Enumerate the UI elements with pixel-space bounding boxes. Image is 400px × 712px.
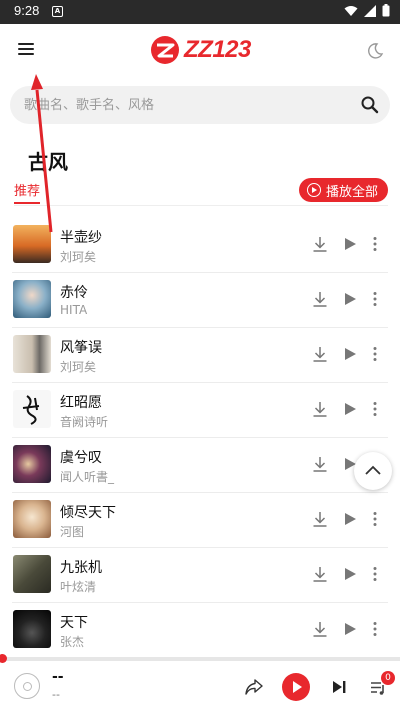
list-item[interactable]: 倾尽天下 河图	[0, 493, 400, 548]
download-icon[interactable]	[311, 510, 329, 528]
wifi-icon	[344, 5, 358, 16]
tab-indicator	[14, 202, 40, 204]
top-bar: ZZ123	[0, 24, 400, 78]
album-cover	[13, 225, 51, 263]
now-playing-title: --	[52, 669, 64, 685]
share-icon[interactable]	[244, 677, 264, 697]
list-item[interactable]: 赤伶 HITA	[0, 273, 400, 328]
now-playing-artist: --	[52, 688, 60, 701]
more-icon[interactable]	[366, 345, 384, 363]
page-title: 古风	[28, 150, 68, 174]
album-cover	[13, 445, 51, 483]
chevron-up-icon	[365, 465, 381, 475]
moon-icon[interactable]	[366, 42, 386, 62]
download-icon[interactable]	[311, 400, 329, 418]
signal-icon	[364, 4, 376, 17]
search-input[interactable]	[24, 86, 344, 124]
more-icon[interactable]	[366, 235, 384, 253]
download-icon[interactable]	[311, 345, 329, 363]
logo-mark-icon	[151, 36, 179, 64]
calligraphy-art	[22, 395, 40, 425]
list-item[interactable]: 风筝误 刘珂矣	[0, 328, 400, 383]
more-icon[interactable]	[366, 620, 384, 638]
play-icon[interactable]	[341, 620, 359, 638]
queue-count-badge: 0	[381, 671, 395, 685]
status-bar: 9:28 A	[0, 0, 400, 24]
album-cover	[13, 390, 51, 428]
play-icon[interactable]	[341, 235, 359, 253]
play-icon[interactable]	[341, 345, 359, 363]
progress-handle[interactable]	[0, 654, 7, 663]
download-icon[interactable]	[311, 290, 329, 308]
song-title: 九张机	[60, 560, 102, 576]
list-item[interactable]: 半壶纱 刘珂矣	[0, 218, 400, 273]
list-item[interactable]: 红昭愿 音阙诗听	[0, 383, 400, 438]
download-icon[interactable]	[311, 235, 329, 253]
playback-progress[interactable]	[0, 654, 400, 663]
play-all-button[interactable]: 播放全部	[298, 178, 388, 202]
song-artist: 刘珂矣	[60, 360, 97, 374]
list-item[interactable]: 虞兮叹 闻人听書_	[0, 438, 400, 493]
more-icon[interactable]	[366, 290, 384, 308]
song-title: 半壶纱	[60, 230, 102, 246]
search-bar	[10, 86, 390, 124]
song-artist: HITA	[60, 303, 88, 317]
song-title: 赤伶	[60, 285, 88, 301]
app-logo: ZZ123	[150, 34, 254, 66]
album-cover	[13, 610, 51, 648]
song-artist: 刘珂矣	[60, 250, 97, 264]
song-list: 半壶纱 刘珂矣 赤伶 HITA 风筝误 刘珂矣 红昭愿 音阙诗听 虞兮叹 闻人听…	[0, 218, 400, 658]
song-artist: 闻人听書_	[60, 470, 115, 484]
song-artist: 张杰	[60, 635, 85, 649]
song-title: 虞兮叹	[60, 450, 102, 466]
play-icon[interactable]	[341, 565, 359, 583]
more-icon[interactable]	[366, 510, 384, 528]
status-icons	[344, 4, 390, 17]
tab-recommended[interactable]: 推荐	[14, 180, 40, 199]
song-artist: 叶炫清	[60, 580, 97, 594]
song-artist: 河图	[60, 525, 85, 539]
download-icon[interactable]	[311, 565, 329, 583]
logo-text: ZZ123	[184, 36, 251, 63]
list-item[interactable]: 天下 张杰	[0, 603, 400, 658]
album-cover	[13, 500, 51, 538]
song-title: 风筝误	[60, 340, 102, 356]
album-cover	[13, 280, 51, 318]
song-title: 倾尽天下	[60, 505, 116, 521]
skip-next-icon[interactable]	[329, 677, 349, 697]
tab-bar: 推荐 播放全部	[14, 178, 388, 206]
more-icon[interactable]	[366, 400, 384, 418]
download-icon[interactable]	[311, 455, 329, 473]
download-icon[interactable]	[311, 620, 329, 638]
scroll-to-top-button[interactable]	[354, 452, 392, 490]
list-item[interactable]: 九张机 叶炫清	[0, 548, 400, 603]
notification-icon: A	[52, 6, 63, 17]
play-icon[interactable]	[341, 290, 359, 308]
play-icon[interactable]	[341, 400, 359, 418]
play-circle-icon	[306, 183, 321, 197]
mini-player: -- -- 0	[0, 654, 400, 712]
song-title: 红昭愿	[60, 395, 102, 411]
play-all-label: 播放全部	[325, 184, 378, 200]
status-time: 9:28	[14, 3, 40, 18]
song-title: 天下	[60, 615, 88, 631]
battery-icon	[382, 4, 390, 17]
play-icon[interactable]	[341, 510, 359, 528]
play-pause-button[interactable]	[282, 673, 310, 701]
more-icon[interactable]	[366, 565, 384, 583]
menu-icon[interactable]	[18, 40, 40, 62]
search-icon[interactable]	[360, 95, 380, 115]
disc-icon[interactable]	[14, 673, 40, 699]
song-artist: 音阙诗听	[60, 415, 109, 429]
album-cover	[13, 335, 51, 373]
album-cover	[13, 555, 51, 593]
